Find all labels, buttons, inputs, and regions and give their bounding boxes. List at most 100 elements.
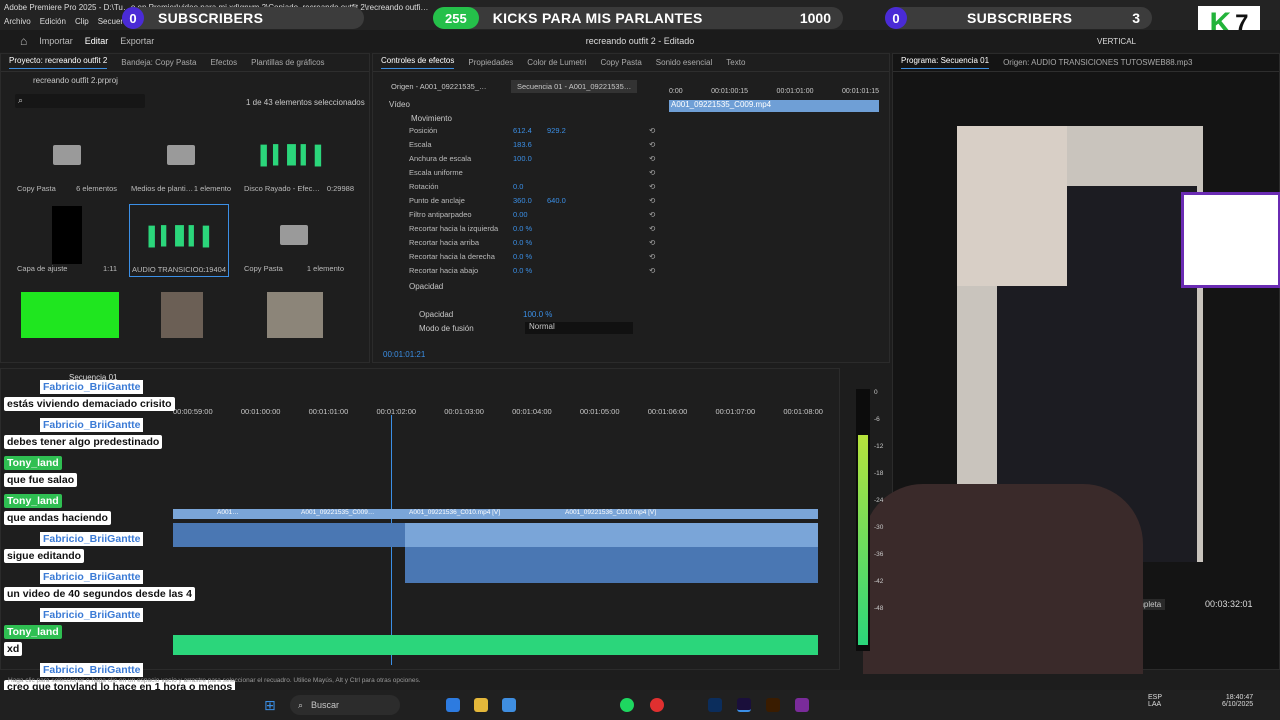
photoshop-icon[interactable]	[708, 698, 722, 712]
audio-clip[interactable]	[405, 523, 818, 547]
tab-copy-pasta[interactable]: Copy Pasta	[600, 58, 641, 67]
effect-value[interactable]: 183.6	[513, 140, 532, 149]
chat-message: que andas haciendo	[4, 511, 111, 525]
bin-item[interactable]: ▌▍▋▍▌ Disco Rayado - Efec… 0:29988	[244, 126, 354, 194]
effect-row[interactable]: Escala 183.6 ⟲	[373, 140, 663, 154]
opacity-header[interactable]: Opacidad	[409, 282, 443, 291]
effect-row[interactable]: Anchura de escala 100.0 ⟲	[373, 154, 663, 168]
effect-row[interactable]: Recortar hacia abajo 0.0 % ⟲	[373, 266, 663, 280]
effects-timecode[interactable]: 00:01:01:21	[383, 350, 425, 359]
reset-icon[interactable]: ⟲	[649, 238, 655, 247]
source-selector[interactable]: Origen - A001_09221535_…	[391, 82, 487, 91]
bin-item[interactable]: Medios de planti… 1 elemento	[131, 126, 231, 193]
folder-icon	[167, 145, 195, 165]
illustrator-icon[interactable]	[766, 698, 780, 712]
workspace-layout[interactable]: VERTICAL	[1097, 37, 1136, 46]
effect-row[interactable]: Recortar hacia arriba 0.0 % ⟲	[373, 238, 663, 252]
effect-value[interactable]: 100.0	[513, 154, 532, 163]
tab-lumetri[interactable]: Color de Lumetri	[527, 58, 586, 67]
subscribers-label: SUBSCRIBERS	[158, 10, 264, 26]
bin-meta: 0:19404	[198, 265, 226, 274]
chat-username: Fabricio_BriiGantte	[40, 380, 144, 394]
opacity-value[interactable]: 100.0 %	[523, 310, 552, 319]
file-explorer-icon[interactable]	[474, 698, 488, 712]
spotify-icon[interactable]	[620, 698, 634, 712]
app-icon[interactable]	[502, 698, 516, 712]
clip-label: A001_09221536_C010.mp4 [V]	[409, 509, 501, 516]
tab-origen[interactable]: Origen: AUDIO TRANSICIONES TUTOSWEB88.mp…	[1003, 58, 1192, 67]
audio-clip[interactable]	[173, 523, 405, 547]
lang-indicator[interactable]: ESP LAA	[1148, 694, 1162, 708]
bin-item[interactable]: Capa de ajuste 1:11	[17, 206, 117, 273]
reset-icon[interactable]: ⟲	[649, 140, 655, 149]
effect-value[interactable]: 0.0 %	[513, 252, 532, 261]
premiere-icon[interactable]	[737, 698, 751, 712]
project-search-input[interactable]: ⌕	[15, 94, 145, 108]
tab-bandeja[interactable]: Bandeja: Copy Pasta	[121, 58, 196, 67]
reset-icon[interactable]: ⟲	[649, 252, 655, 261]
effect-label: Escala	[409, 140, 432, 149]
effect-value[interactable]: 0.00	[513, 210, 528, 219]
tab-efectos[interactable]: Efectos	[210, 58, 237, 67]
tab-plantillas[interactable]: Plantillas de gráficos	[251, 58, 324, 67]
tab-texto[interactable]: Texto	[726, 58, 745, 67]
effect-row[interactable]: Posición 612.4 929.2 ⟲	[373, 126, 663, 140]
reset-icon[interactable]: ⟲	[649, 126, 655, 135]
effect-value[interactable]: 360.0	[513, 196, 532, 205]
green-screen-thumb[interactable]	[21, 292, 119, 338]
effect-label: Escala uniforme	[409, 168, 463, 177]
effect-value[interactable]: 612.4	[513, 126, 532, 135]
effect-value[interactable]: 0.0	[513, 182, 523, 191]
tab-propiedades[interactable]: Propiedades	[468, 58, 513, 67]
mini-timeline-clip[interactable]: A001_09221535_C009.mp4	[669, 100, 879, 112]
effect-row[interactable]: Filtro antiparpadeo 0.00 ⟲	[373, 210, 663, 224]
clip-thumb[interactable]	[161, 292, 203, 338]
reset-icon[interactable]: ⟲	[649, 210, 655, 219]
taskbar-search-label: Buscar	[311, 700, 340, 710]
menu-item[interactable]: Clip	[75, 17, 89, 26]
bin-item[interactable]: Copy Pasta 1 elemento	[244, 206, 344, 273]
tab-sonido[interactable]: Sonido esencial	[656, 58, 712, 67]
windows-start-icon[interactable]: ⊞	[264, 697, 276, 714]
reset-icon[interactable]: ⟲	[649, 168, 655, 177]
clip-thumb[interactable]	[267, 292, 323, 338]
sequence-selector[interactable]: Secuencia 01 - A001_09221535…	[511, 80, 638, 93]
onenote-icon[interactable]	[795, 698, 809, 712]
effect-value-2[interactable]: 929.2	[547, 126, 566, 135]
effect-row[interactable]: Rotación 0.0 ⟲	[373, 182, 663, 196]
program-monitor: Programa: Secuencia 01 Origen: AUDIO TRA…	[863, 53, 1280, 674]
tab-proyecto[interactable]: Proyecto: recreando outfit 2	[9, 56, 108, 69]
effect-value-2[interactable]: 640.0	[547, 196, 566, 205]
bin-item-selected[interactable]: ▌▍▋▍▌ AUDIO TRANSICIO… 0:19404	[129, 204, 229, 277]
effect-value[interactable]: 0.0 %	[513, 266, 532, 275]
opera-icon[interactable]	[650, 698, 664, 712]
menu-item[interactable]: Archivo	[4, 17, 31, 26]
effect-value[interactable]: 0.0 %	[513, 224, 532, 233]
taskbar-search[interactable]: ⌕ Buscar	[290, 695, 400, 715]
clock[interactable]: 18:40:47 6/10/2025	[1222, 694, 1253, 708]
reset-icon[interactable]: ⟲	[649, 224, 655, 233]
reset-icon[interactable]: ⟲	[649, 182, 655, 191]
effect-label: Recortar hacia abajo	[409, 266, 479, 275]
reset-icon[interactable]: ⟲	[649, 154, 655, 163]
effect-value[interactable]: 0.0 %	[513, 238, 532, 247]
effect-row[interactable]: Escala uniforme ⟲	[373, 168, 663, 182]
bin-item[interactable]: Copy Pasta 6 elementos	[17, 126, 117, 193]
tab-programa[interactable]: Programa: Secuencia 01	[901, 56, 990, 69]
audio-clip-a2[interactable]	[405, 547, 818, 583]
reset-icon[interactable]: ⟲	[649, 266, 655, 275]
effect-row[interactable]: Recortar hacia la izquierda 0.0 % ⟲	[373, 224, 663, 238]
bin-name: Capa de ajuste	[17, 264, 68, 273]
reset-icon[interactable]: ⟲	[649, 196, 655, 205]
effect-label: Posición	[409, 126, 438, 135]
menu-item[interactable]: Edición	[40, 17, 66, 26]
blend-select[interactable]: Normal	[525, 322, 633, 334]
effect-row[interactable]: Punto de anclaje 360.0 640.0 ⟲	[373, 196, 663, 210]
audio-clip-green[interactable]	[173, 635, 818, 655]
taskbar	[0, 690, 1280, 720]
effect-row[interactable]: Recortar hacia la derecha 0.0 % ⟲	[373, 252, 663, 266]
copilot-icon[interactable]	[446, 698, 460, 712]
motion-header[interactable]: Movimiento	[411, 114, 452, 123]
project-title: recreando outfit 2 - Editado	[585, 36, 695, 46]
tab-controles[interactable]: Controles de efectos	[381, 56, 455, 69]
